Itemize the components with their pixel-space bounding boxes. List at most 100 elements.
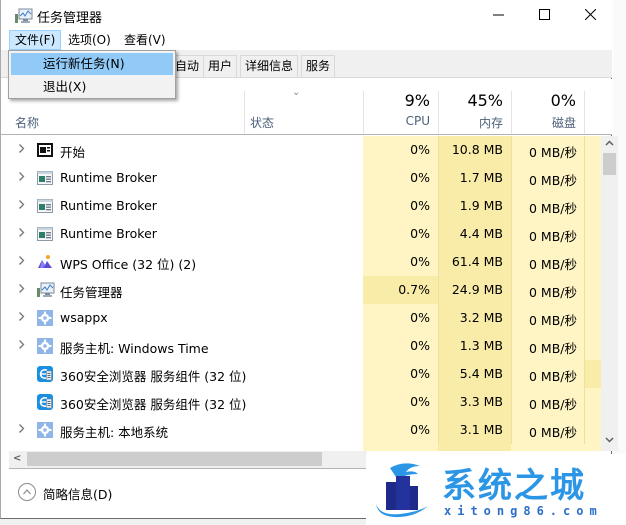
app-window-icon bbox=[37, 198, 53, 214]
process-name: 服务主机: Windows Time bbox=[60, 341, 209, 356]
menu-file[interactable]: 文件(F) bbox=[9, 30, 62, 50]
column-name[interactable]: 名称 bbox=[15, 114, 39, 131]
process-name: 服务主机: 本地系统 bbox=[60, 425, 169, 440]
process-name: Runtime Broker bbox=[60, 226, 157, 241]
process-cpu: 0% bbox=[410, 226, 430, 241]
scroll-left-icon[interactable]: < bbox=[13, 453, 21, 464]
vertical-scroll-thumb[interactable] bbox=[603, 153, 616, 175]
process-name: WPS Office (32 位) (2) bbox=[60, 257, 197, 272]
task-manager-icon bbox=[15, 8, 33, 23]
process-row[interactable]: 360安全浏览器 服务组件 (32 位) 0% 5.4 MB 0 MB/秒 bbox=[1, 360, 601, 388]
cell-divider bbox=[584, 416, 585, 444]
maximize-button[interactable] bbox=[521, 0, 567, 32]
network-heat-cell bbox=[584, 360, 601, 388]
menu-options[interactable]: 选项(O) bbox=[63, 30, 116, 50]
expand-chevron-icon[interactable] bbox=[18, 227, 25, 241]
network-heat-cell bbox=[584, 248, 601, 276]
gear-icon bbox=[37, 310, 53, 326]
expand-chevron-icon[interactable] bbox=[18, 311, 25, 325]
process-memory: 5.4 MB bbox=[459, 366, 503, 381]
app-window-icon bbox=[37, 226, 53, 242]
process-disk: 0 MB/秒 bbox=[529, 341, 577, 356]
process-row[interactable]: 服务主机: 本地系统 0% 3.1 MB 0 MB/秒 bbox=[1, 416, 601, 444]
scroll-up-icon[interactable] bbox=[601, 139, 618, 149]
minimize-button[interactable] bbox=[475, 0, 521, 32]
column-divider[interactable] bbox=[584, 91, 585, 134]
scroll-down-icon[interactable] bbox=[601, 436, 618, 446]
memory-total-percent[interactable]: 45% bbox=[438, 91, 503, 110]
process-cpu: 0% bbox=[410, 422, 430, 437]
menu-item-run-new-task[interactable]: 运行新任务(N) bbox=[11, 53, 173, 75]
process-row[interactable]: wsappx 0% 3.2 MB 0 MB/秒 bbox=[1, 304, 601, 332]
tab-services[interactable]: 服务 bbox=[301, 55, 336, 77]
cpu-total-percent[interactable]: 9% bbox=[363, 91, 430, 110]
process-cpu: 0% bbox=[410, 310, 430, 325]
close-icon bbox=[584, 8, 596, 24]
tab-details[interactable]: 详细信息 bbox=[240, 55, 299, 77]
expand-chevron-icon[interactable] bbox=[18, 283, 25, 297]
network-heat-cell bbox=[584, 332, 601, 360]
process-row[interactable]: Runtime Broker 0% 1.7 MB 0 MB/秒 bbox=[1, 164, 601, 192]
process-disk: 0 MB/秒 bbox=[529, 145, 577, 160]
process-row[interactable]: 360安全浏览器 服务组件 (32 位) 0% 3.3 MB 0 MB/秒 bbox=[1, 388, 601, 416]
process-memory: 3.3 MB bbox=[459, 394, 503, 409]
tab-startup-label: 自动 bbox=[175, 59, 200, 73]
tab-users[interactable]: 用户 bbox=[203, 55, 238, 77]
process-name: Runtime Broker bbox=[60, 198, 157, 213]
cell-divider bbox=[584, 304, 585, 332]
process-row[interactable]: 任务管理器 0.7% 24.9 MB 0 MB/秒 bbox=[1, 276, 601, 304]
network-heat-cell bbox=[584, 164, 601, 192]
process-row[interactable]: 开始 0% 10.8 MB 0 MB/秒 bbox=[1, 136, 601, 164]
column-disk[interactable]: 磁盘 bbox=[511, 114, 576, 131]
network-heat-cell bbox=[584, 416, 601, 444]
process-row[interactable]: WPS Office (32 位) (2) 0% 61.4 MB 0 MB/秒 bbox=[1, 248, 601, 276]
tab-users-label: 用户 bbox=[208, 59, 233, 73]
disk-total-percent[interactable]: 0% bbox=[511, 91, 576, 110]
cell-divider bbox=[584, 220, 585, 248]
expand-chevron-icon[interactable] bbox=[18, 339, 25, 353]
menu-view[interactable]: 查看(V) bbox=[119, 30, 171, 50]
network-heat-cell bbox=[584, 304, 601, 332]
chevron-up-circle-icon[interactable] bbox=[18, 483, 36, 501]
title-bar[interactable]: 任务管理器 bbox=[1, 0, 612, 32]
process-cpu: 0% bbox=[410, 254, 430, 269]
column-cpu[interactable]: CPU bbox=[363, 114, 430, 128]
network-heat-cell bbox=[584, 276, 601, 304]
vertical-scrollbar[interactable] bbox=[601, 136, 618, 451]
browser-360-icon bbox=[37, 366, 53, 382]
process-disk: 0 MB/秒 bbox=[529, 229, 577, 244]
process-memory: 3.1 MB bbox=[459, 422, 503, 437]
column-memory[interactable]: 内存 bbox=[438, 114, 503, 131]
process-memory: 1.9 MB bbox=[459, 198, 503, 213]
column-divider[interactable] bbox=[244, 91, 245, 134]
process-disk: 0 MB/秒 bbox=[529, 369, 577, 384]
file-menu-dropdown: 运行新任务(N) 退出(X) bbox=[8, 50, 176, 99]
network-heat-cell bbox=[584, 444, 601, 451]
fewer-details-button[interactable]: 简略信息(D) bbox=[43, 484, 112, 503]
process-disk: 0 MB/秒 bbox=[529, 313, 577, 328]
column-status[interactable]: 状态 bbox=[250, 114, 274, 131]
process-row[interactable]: Runtime Broker 0% 4.4 MB 0 MB/秒 bbox=[1, 220, 601, 248]
menu-item-exit[interactable]: 退出(X) bbox=[11, 76, 173, 98]
expand-chevron-icon[interactable] bbox=[18, 143, 25, 157]
cell-divider bbox=[584, 388, 585, 416]
minimize-icon bbox=[492, 8, 504, 24]
process-memory: 4.4 MB bbox=[459, 226, 503, 241]
process-row[interactable]: 服务主机: Windows Time 0% 1.3 MB 0 MB/秒 bbox=[1, 332, 601, 360]
process-row[interactable]: Runtime Broker 0% 1.9 MB 0 MB/秒 bbox=[1, 192, 601, 220]
process-memory: 3.2 MB bbox=[459, 310, 503, 325]
process-row-partial[interactable] bbox=[1, 444, 601, 451]
expand-chevron-icon[interactable] bbox=[18, 423, 25, 437]
close-button[interactable] bbox=[567, 0, 613, 32]
process-memory: 1.7 MB bbox=[459, 170, 503, 185]
network-heat-cell bbox=[584, 192, 601, 220]
expand-chevron-icon[interactable] bbox=[18, 171, 25, 185]
horizontal-scrollbar[interactable]: < bbox=[9, 451, 367, 468]
process-name: wsappx bbox=[60, 310, 108, 325]
process-cpu: 0% bbox=[410, 142, 430, 157]
expand-chevron-icon[interactable] bbox=[18, 199, 25, 213]
horizontal-scroll-thumb[interactable] bbox=[27, 452, 322, 466]
process-cpu: 0% bbox=[410, 198, 430, 213]
task-manager-icon bbox=[37, 282, 55, 298]
expand-chevron-icon[interactable] bbox=[18, 255, 25, 269]
